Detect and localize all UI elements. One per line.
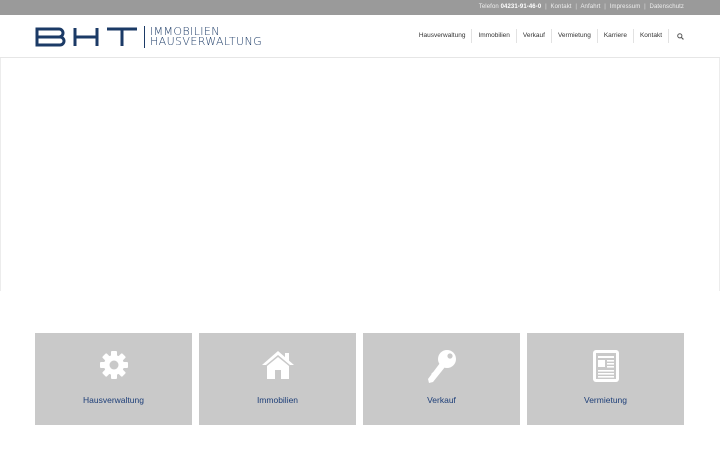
phone-label: Telefon	[478, 4, 499, 10]
tile-label: Verkauf	[427, 395, 456, 405]
nav-item-karriere[interactable]: Karriere	[598, 29, 634, 43]
phone-number[interactable]: 04231-91-46-0	[501, 4, 542, 10]
house-icon	[261, 351, 294, 379]
nav-item-verkauf[interactable]: Verkauf	[517, 29, 552, 43]
separator: |	[644, 4, 646, 10]
logo[interactable]: IMMOBILIEN HAUSVERWALTUNG	[35, 25, 262, 49]
separator: |	[604, 4, 606, 10]
service-tiles: Hausverwaltung Immobilien Verkauf Vermie…	[35, 333, 684, 425]
nav-item-kontakt[interactable]: Kontakt	[634, 29, 669, 43]
search-icon	[677, 32, 684, 40]
newspaper-icon	[592, 350, 619, 382]
tile-hausverwaltung[interactable]: Hausverwaltung	[35, 333, 192, 425]
tile-immobilien[interactable]: Immobilien	[199, 333, 356, 425]
tile-label: Hausverwaltung	[83, 395, 144, 405]
gear-icon	[99, 351, 128, 379]
main-nav: Hausverwaltung Immobilien Verkauf Vermie…	[413, 15, 684, 57]
link-datenschutz[interactable]: Datenschutz	[650, 4, 684, 10]
key-icon	[427, 350, 456, 383]
site-header: IMMOBILIEN HAUSVERWALTUNG Hausverwaltung…	[0, 15, 720, 58]
logo-mark-bht	[35, 27, 137, 47]
separator: |	[575, 4, 578, 10]
nav-item-hausverwaltung[interactable]: Hausverwaltung	[413, 29, 473, 43]
logo-divider	[144, 26, 145, 48]
link-anfahrt[interactable]: Anfahrt	[580, 4, 600, 10]
tile-vermietung[interactable]: Vermietung	[527, 333, 684, 425]
search-button[interactable]	[669, 29, 684, 43]
logo-line-2: HAUSVERWALTUNG	[150, 35, 263, 48]
link-kontakt[interactable]: Kontakt	[551, 4, 572, 10]
link-impressum[interactable]: Impressum	[610, 4, 641, 10]
top-bar-meta: Telefon 04231-91-46-0 | Kontakt | Anfahr…	[479, 4, 684, 10]
nav-item-immobilien[interactable]: Immobilien	[472, 29, 517, 43]
hero-area	[0, 58, 720, 291]
logo-text: IMMOBILIEN HAUSVERWALTUNG	[150, 26, 263, 48]
tile-label: Immobilien	[256, 395, 299, 405]
tile-label: Vermietung	[584, 395, 627, 405]
top-bar: Telefon 04231-91-46-0 | Kontakt | Anfahr…	[0, 0, 720, 15]
nav-item-vermietung[interactable]: Vermietung	[552, 29, 598, 43]
separator: |	[545, 4, 547, 10]
tile-verkauf[interactable]: Verkauf	[363, 333, 520, 425]
